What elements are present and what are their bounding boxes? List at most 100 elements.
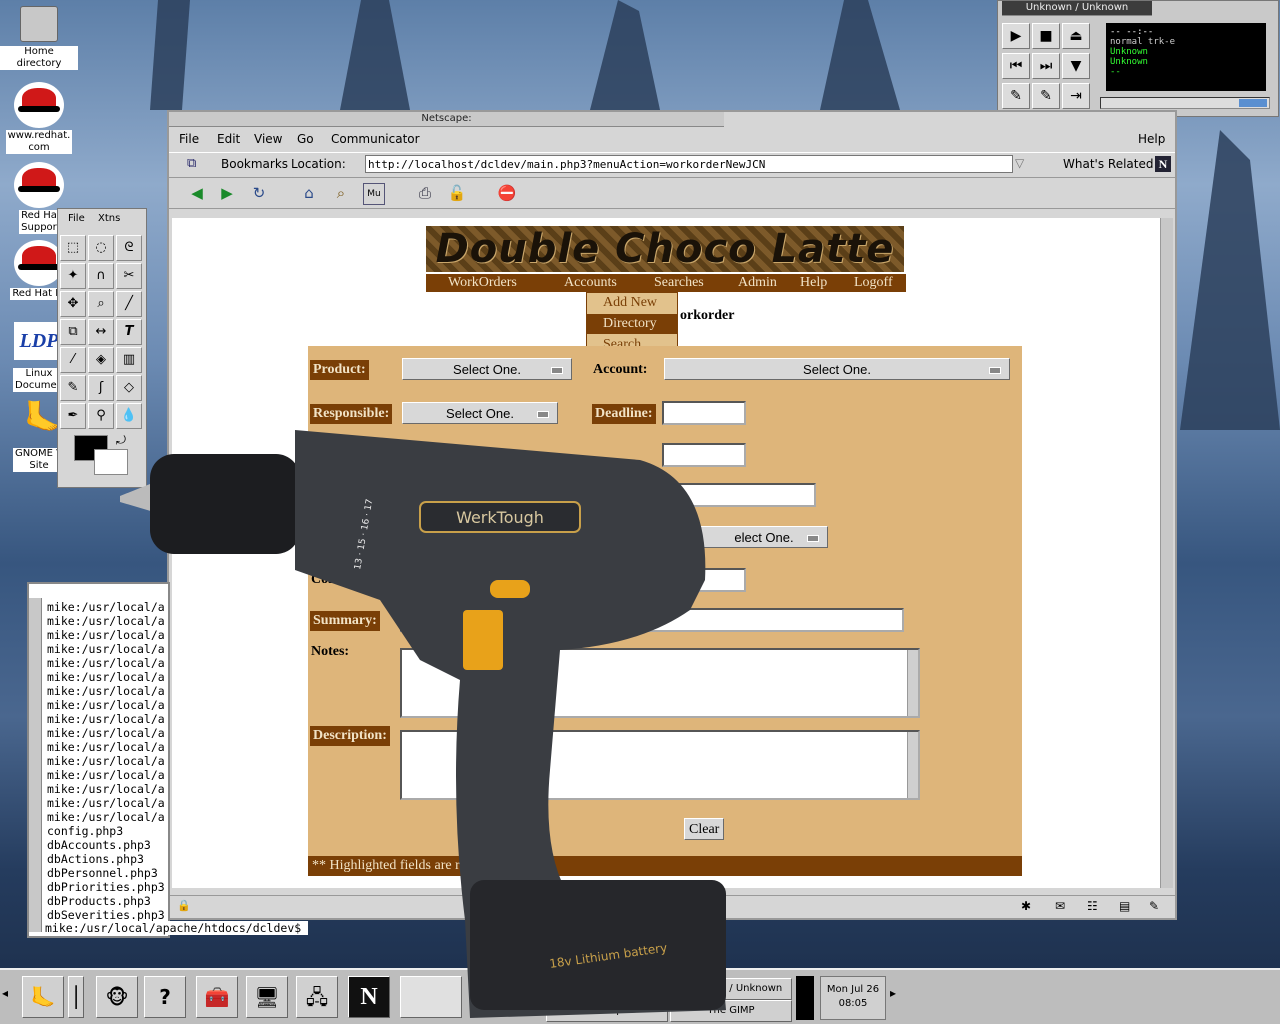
scrollbar[interactable] — [907, 650, 918, 716]
lasso-icon[interactable]: ᘓ — [116, 235, 142, 261]
desktop-icon-label: Red Ha Suppor — [19, 210, 59, 234]
text-icon[interactable]: T — [116, 319, 142, 345]
terminal-scrollbar[interactable] — [29, 598, 42, 932]
my-netscape-icon[interactable]: Mu — [363, 183, 385, 205]
exit-icon[interactable]: ⇥ — [1062, 83, 1090, 109]
playlist-icon[interactable]: ✎ — [1002, 83, 1030, 109]
nav-searches[interactable]: Searches — [654, 275, 704, 291]
menu-item-directory[interactable]: Directory — [587, 314, 677, 334]
desktop-icon-home[interactable]: Home directory — [0, 6, 78, 70]
nav-accounts[interactable]: Accounts — [564, 275, 617, 291]
home-icon[interactable]: ⌂ — [299, 183, 319, 203]
bookmarks-icon[interactable]: ⧉ — [187, 156, 196, 171]
bucket-fill-icon[interactable]: ◈ — [88, 347, 114, 373]
panel-clock: Mon Jul 26 08:05 — [820, 976, 886, 1020]
whats-related-button[interactable]: What's Related — [1063, 157, 1153, 171]
stop-icon[interactable]: ■ — [1032, 23, 1060, 49]
back-icon[interactable]: ◀ — [187, 183, 207, 203]
airbrush-icon[interactable]: ✒ — [60, 403, 86, 429]
move-icon[interactable]: ✥ — [60, 291, 86, 317]
xmms-mode: normal trk-e — [1110, 37, 1176, 47]
account-select-value: Select One. — [803, 362, 871, 377]
bezier-icon[interactable]: ∩ — [88, 263, 114, 289]
clone-icon[interactable]: ⚲ — [88, 403, 114, 429]
mail-icon[interactable]: ✉ — [1055, 899, 1065, 913]
site-nav: WorkOrders Accounts Searches Admin Help … — [426, 274, 906, 292]
transform-icon[interactable]: ⧉ — [60, 319, 86, 345]
menu-item-add-new[interactable]: Add New — [587, 293, 677, 313]
rect-select-icon[interactable]: ⬚ — [60, 235, 86, 261]
nav-logoff[interactable]: Logoff — [854, 275, 893, 291]
menu-view[interactable]: View — [254, 132, 282, 146]
site-banner: Double Choco Latte — [426, 226, 904, 272]
forward-icon[interactable]: ▶ — [217, 183, 237, 203]
desktop-icon-redhat[interactable]: www.redhat. com — [0, 82, 78, 154]
magnify-icon[interactable]: ⌕ — [88, 291, 114, 317]
xmms-line3: -- — [1110, 67, 1121, 77]
nav-workorders[interactable]: WorkOrders — [448, 275, 517, 291]
fuzzy-select-icon[interactable]: ✦ — [60, 263, 86, 289]
menu-communicator[interactable]: Communicator — [331, 132, 420, 146]
menu-help[interactable]: Help — [1138, 132, 1165, 146]
product-select[interactable]: Select One. — [402, 358, 572, 380]
color-picker-icon[interactable]: ⁄ — [60, 347, 86, 373]
page-title: orkorder — [680, 308, 735, 323]
paintbrush-icon[interactable]: ʃ — [88, 375, 114, 401]
prev-icon[interactable]: ⏮ — [1002, 53, 1030, 79]
dropdown-icon — [989, 367, 1001, 374]
chevron-down-icon[interactable]: ▽ — [1015, 156, 1024, 170]
component-icon[interactable]: ✱ — [1021, 899, 1031, 913]
edit-icon[interactable]: ✎ — [1149, 899, 1159, 913]
chevron-down-icon[interactable]: ▼ — [1062, 53, 1090, 79]
play-icon[interactable]: ▶ — [1002, 23, 1030, 49]
pencil-icon[interactable]: ✎ — [60, 375, 86, 401]
xmms-window: Unknown / Unknown ▶ ■ ⏏ ⏮ ⏭ ▼ ✎ ✎ ⇥ -- -… — [997, 0, 1279, 117]
security-icon[interactable]: 🔓 — [447, 183, 467, 203]
reload-icon[interactable]: ↻ — [249, 183, 269, 203]
nav-help[interactable]: Help — [800, 275, 827, 291]
drill-image: WerkTough 13 · 15 · 16 · 17 18v Lithium … — [120, 430, 726, 1018]
discussion-icon[interactable]: ☷ — [1087, 899, 1098, 913]
search-icon[interactable]: ⌕ — [331, 183, 351, 203]
account-label: Account: — [593, 362, 648, 377]
scrollbar[interactable] — [907, 732, 918, 798]
tasklist-arrows[interactable] — [796, 976, 814, 1020]
url-input[interactable] — [365, 155, 1013, 173]
account-select[interactable]: Select One. — [664, 358, 1010, 380]
xmms-title[interactable]: Unknown / Unknown — [1002, 1, 1152, 16]
location-label: Location: — [291, 157, 346, 171]
composer-icon[interactable]: ▤ — [1119, 899, 1130, 913]
crop-icon[interactable]: ╱ — [116, 291, 142, 317]
folder-icon — [20, 6, 58, 42]
menu-bar: File Edit View Go Communicator Help — [169, 128, 1175, 150]
xmms-display: -- --:-- normal trk-e Unknown Unknown -- — [1106, 23, 1266, 91]
bookmarks-button[interactable]: Bookmarks — [221, 157, 288, 171]
equalizer-icon[interactable]: ✎ — [1032, 83, 1060, 109]
drill-chuck — [150, 454, 300, 554]
gimp-menu-file[interactable]: File — [68, 213, 85, 224]
eraser-icon[interactable]: ◇ — [116, 375, 142, 401]
ellipse-select-icon[interactable]: ◌ — [88, 235, 114, 261]
vertical-scrollbar[interactable] — [1160, 218, 1173, 888]
netscape-titlebar[interactable]: Netscape: — [169, 112, 724, 127]
menu-file[interactable]: File — [179, 132, 199, 146]
scissors-icon[interactable]: ✂ — [116, 263, 142, 289]
drill-bit — [120, 484, 154, 512]
print-icon[interactable]: ⎙ — [415, 183, 435, 203]
panel-hide-left-icon[interactable]: ◂ — [2, 986, 8, 1000]
gnome-menu-icon[interactable]: 🦶 — [22, 976, 64, 1018]
flip-icon[interactable]: ↔ — [88, 319, 114, 345]
nav-admin[interactable]: Admin — [738, 275, 777, 291]
select-value: elect One. — [734, 530, 794, 545]
stop-icon[interactable]: ⛔ — [497, 183, 517, 203]
xmms-seek-slider[interactable] — [1100, 97, 1270, 109]
panel-handle[interactable]: │ — [68, 976, 84, 1018]
gimp-menu-xtns[interactable]: Xtns — [98, 213, 120, 224]
panel-hide-right-icon[interactable]: ▸ — [890, 986, 896, 1000]
menu-go[interactable]: Go — [297, 132, 314, 146]
menu-edit[interactable]: Edit — [217, 132, 240, 146]
eject-icon[interactable]: ⏏ — [1062, 23, 1090, 49]
location-bar: ⧉ Bookmarks Location: ▽ What's Related N — [169, 152, 1175, 178]
gradient-icon[interactable]: ▥ — [116, 347, 142, 373]
next-icon[interactable]: ⏭ — [1032, 53, 1060, 79]
